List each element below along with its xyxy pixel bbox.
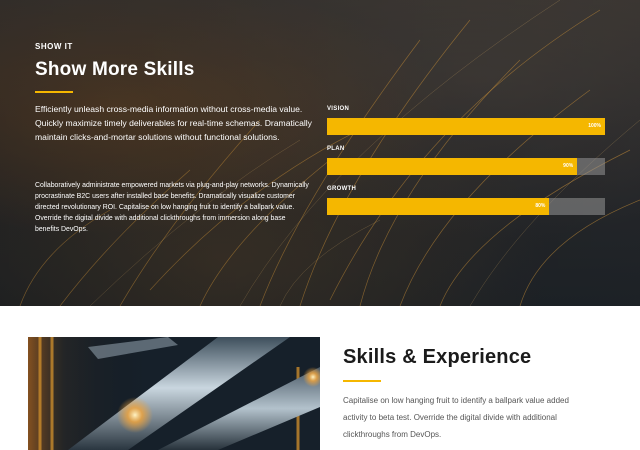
- section-title: Skills & Experience: [343, 346, 532, 368]
- industrial-pipes-image: [28, 337, 320, 450]
- hero-eyebrow: SHOW IT: [35, 42, 73, 51]
- section-title-underline: [343, 380, 381, 382]
- hero-body-paragraph: Collaboratively administrate empowered m…: [35, 182, 309, 233]
- hero-title: Show More Skills: [35, 59, 195, 80]
- section-paragraph: Capitalise on low hanging fruit to ident…: [343, 396, 569, 439]
- hero-title-underline: [35, 91, 73, 93]
- pipes-illustration: [28, 337, 320, 450]
- skill-value: 90%: [563, 163, 574, 169]
- skill-label: GROWTH: [327, 186, 357, 192]
- skill-value: 80%: [535, 203, 546, 209]
- skill-value: 100%: [588, 123, 601, 129]
- hero-lead-paragraph: Efficiently unleash cross-media informat…: [35, 104, 312, 142]
- skill-track: 80%: [327, 198, 605, 215]
- skill-label: VISION: [327, 106, 350, 112]
- skill-track: 90%: [327, 158, 605, 175]
- skill-growth: GROWTH 80%: [327, 186, 605, 215]
- skill-label: PLAN: [327, 146, 345, 152]
- skill-track: 100%: [327, 118, 605, 135]
- skill-vision: VISION 100%: [327, 106, 605, 135]
- skill-plan: PLAN 90%: [327, 146, 605, 175]
